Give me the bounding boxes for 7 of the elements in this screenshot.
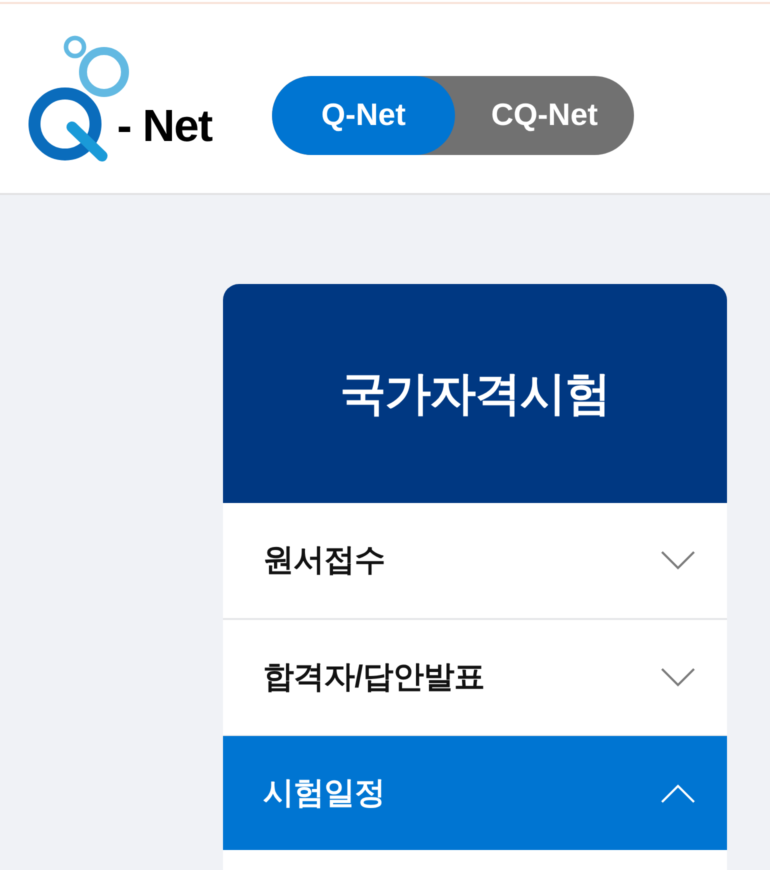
side-menu-item[interactable]: 시험일정 [223, 736, 727, 850]
site-tab[interactable]: CQ-Net [455, 76, 634, 155]
side-menu-title: 국가자격시험 [340, 366, 610, 421]
q-net-logo-link[interactable]: - Net [28, 34, 212, 163]
logo-bubbles-icon [62, 34, 130, 98]
logo-q-icon [28, 87, 110, 163]
site-tab[interactable]: Q-Net [272, 76, 455, 155]
